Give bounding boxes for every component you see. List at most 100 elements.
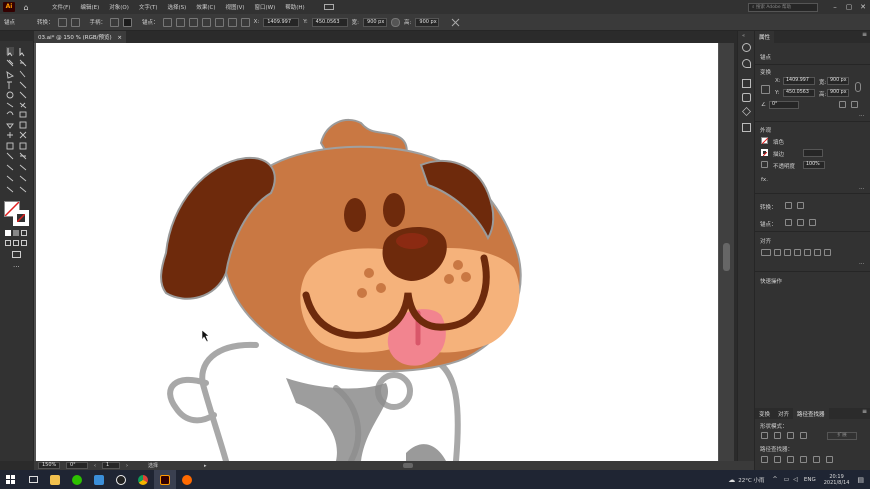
stroke-color-icon[interactable] xyxy=(761,149,768,157)
menu-help[interactable]: 帮助(H) xyxy=(280,3,309,11)
menu-window[interactable]: 窗口(W) xyxy=(250,3,281,11)
volume-icon[interactable]: ◁ xyxy=(793,476,798,483)
control-x-field[interactable]: 1409.997 xyxy=(263,17,300,27)
maximize-icon[interactable]: ▢ xyxy=(842,3,856,11)
menu-file[interactable]: 文件(F) xyxy=(47,3,75,11)
menu-view[interactable]: 视图(V) xyxy=(220,3,249,11)
draw-mode-icons[interactable] xyxy=(5,240,29,246)
dog-illustration[interactable] xyxy=(36,43,718,461)
convert-smooth-icon[interactable] xyxy=(70,17,80,27)
app-logo[interactable]: Ai xyxy=(3,2,15,12)
panel-menu-icon[interactable]: ≡ xyxy=(862,31,867,43)
x-field[interactable]: 1409.997 xyxy=(783,77,815,85)
screen-mode-icon[interactable] xyxy=(12,251,21,258)
weather-label[interactable]: 22°C 小雨 xyxy=(738,476,764,484)
symbols-icon[interactable] xyxy=(742,93,751,102)
canvas-area[interactable] xyxy=(34,43,734,461)
fx-icon[interactable]: fx. xyxy=(761,177,768,183)
zoom-field[interactable]: 150% xyxy=(38,462,60,469)
minus-back-icon[interactable] xyxy=(826,456,833,463)
notification-icon[interactable]: ▤ xyxy=(857,476,864,484)
more-align-icon[interactable]: ··· xyxy=(859,261,864,267)
isolate-icon[interactable] xyxy=(201,17,211,27)
menu-select[interactable]: 选择(S) xyxy=(163,3,192,11)
bottom-panel-menu-icon[interactable]: ≡ xyxy=(862,408,867,419)
rotation-field[interactable]: 0° xyxy=(66,462,88,469)
workspace-switcher-icon[interactable] xyxy=(323,4,334,10)
align-left-icon[interactable] xyxy=(774,249,781,256)
align-center-v-icon[interactable] xyxy=(814,249,821,256)
clock[interactable]: 20:19 2021/8/14 xyxy=(824,474,850,486)
stroke-weight-field[interactable] xyxy=(803,149,823,157)
align-icon[interactable] xyxy=(214,17,224,27)
angle-field[interactable]: 0° xyxy=(769,101,799,109)
document-tab[interactable]: 03.ai* @ 150 % (RGB/预览) × xyxy=(34,31,126,43)
menu-type[interactable]: 文字(T) xyxy=(134,3,163,11)
tab-align[interactable]: 对齐 xyxy=(774,408,793,419)
h-field[interactable]: 900 px xyxy=(827,89,849,97)
fill-stroke-swatch[interactable] xyxy=(4,201,30,227)
panel-remove-anchor-icon[interactable] xyxy=(785,219,792,226)
panel-convert-smooth-icon[interactable] xyxy=(797,202,804,209)
opacity-field[interactable]: 100% xyxy=(803,161,825,169)
weather-icon[interactable]: ☁ xyxy=(728,476,735,484)
color-guide-icon[interactable] xyxy=(742,43,751,52)
prev-artboard-icon[interactable]: ‹ xyxy=(94,463,96,469)
exclude-icon[interactable] xyxy=(800,432,807,439)
file-explorer-icon[interactable] xyxy=(44,470,66,489)
w-field[interactable]: 900 px xyxy=(827,77,849,85)
close-tab-icon[interactable]: × xyxy=(117,35,122,41)
merge-icon[interactable] xyxy=(787,456,794,463)
show-handles-icon[interactable] xyxy=(110,17,120,27)
vertical-scrollbar[interactable] xyxy=(719,43,734,461)
flip-horizontal-icon[interactable] xyxy=(839,101,846,108)
qq-icon[interactable] xyxy=(110,470,132,489)
align-to-icon[interactable] xyxy=(761,249,771,256)
more-tools-icon[interactable]: ··· xyxy=(13,263,20,271)
search-help-input[interactable]: ⌕ 搜索 Adobe 帮助 xyxy=(748,2,818,12)
divide-icon[interactable] xyxy=(761,456,768,463)
control-h-field[interactable]: 900 px xyxy=(415,17,440,27)
constrain-proportions-icon[interactable] xyxy=(855,82,861,92)
more-appearance-icon[interactable]: ··· xyxy=(859,186,864,192)
convert-corner-icon[interactable] xyxy=(57,17,67,27)
character-icon[interactable] xyxy=(742,123,751,132)
panel-convert-corner-icon[interactable] xyxy=(785,202,792,209)
swatches-icon[interactable] xyxy=(742,59,751,68)
flip-vertical-icon[interactable] xyxy=(851,101,858,108)
control-y-field[interactable]: 450.0563 xyxy=(311,17,348,27)
minus-front-icon[interactable] xyxy=(774,432,781,439)
mail-icon[interactable] xyxy=(88,470,110,489)
cut-path-icon[interactable] xyxy=(188,17,198,27)
intersect-icon[interactable] xyxy=(787,432,794,439)
panel-connect-anchor-icon[interactable] xyxy=(797,219,804,226)
search-app-icon[interactable] xyxy=(176,470,198,489)
illustrator-taskbar-icon[interactable] xyxy=(154,470,176,489)
align-center-h-icon[interactable] xyxy=(784,249,791,256)
fill-color-icon[interactable] xyxy=(761,137,769,145)
y-field[interactable]: 450.0563 xyxy=(783,89,815,97)
link-icon[interactable] xyxy=(391,17,401,27)
panel-cut-path-icon[interactable] xyxy=(809,219,816,226)
collapse-panels-icon[interactable]: « xyxy=(742,33,745,39)
control-w-field[interactable]: 900 px xyxy=(363,17,388,27)
menu-object[interactable]: 对象(O) xyxy=(104,3,134,11)
artboard-field[interactable]: 1 xyxy=(102,462,120,469)
language-indicator[interactable]: ENG xyxy=(804,477,816,483)
more-transform-icon[interactable]: ··· xyxy=(859,113,864,119)
align-right-icon[interactable] xyxy=(794,249,801,256)
close-icon[interactable]: ✕ xyxy=(856,3,870,11)
task-view-icon[interactable] xyxy=(22,470,44,489)
status-arrow-icon[interactable]: ▸ xyxy=(204,463,207,469)
tab-transform[interactable]: 变换 xyxy=(755,408,774,419)
unite-icon[interactable] xyxy=(761,432,768,439)
align-bottom-icon[interactable] xyxy=(824,249,831,256)
outline-icon[interactable] xyxy=(813,456,820,463)
color-mode-icons[interactable] xyxy=(5,230,29,236)
trim-icon[interactable] xyxy=(774,456,781,463)
home-icon[interactable]: ⌂ xyxy=(19,3,33,12)
layers-icon[interactable] xyxy=(742,107,751,116)
reference-point-icon[interactable] xyxy=(240,17,250,27)
crop-icon[interactable] xyxy=(800,456,807,463)
next-artboard-icon[interactable]: › xyxy=(126,463,128,469)
